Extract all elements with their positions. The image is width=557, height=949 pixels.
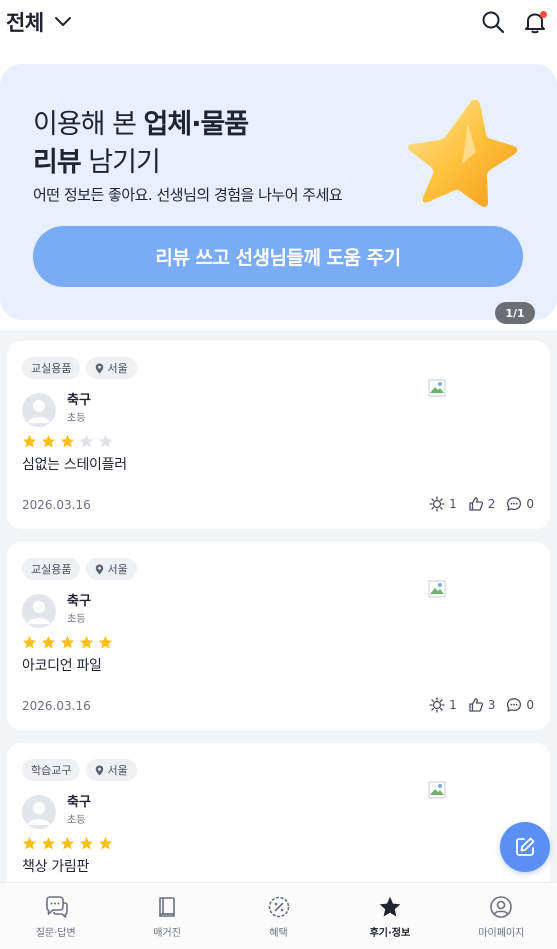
star-illustration-icon — [407, 99, 518, 207]
author-info: 축구 초등 — [22, 594, 91, 628]
author-level: 초등 — [67, 815, 86, 826]
product-name: 아코디언 파일 — [22, 658, 102, 674]
review-date: 2026.03.16 — [22, 498, 91, 512]
broken-image-icon — [428, 580, 446, 598]
star-filled-icon — [22, 836, 37, 850]
user-circle-icon — [490, 896, 513, 918]
category-dropdown[interactable]: 전체 — [6, 7, 72, 37]
star-rating — [22, 836, 113, 851]
nav-item-benefits[interactable]: 혜택 — [223, 883, 334, 949]
chevron-down-icon — [54, 17, 71, 26]
write-review-fab[interactable] — [500, 822, 550, 872]
nav-label: 매거진 — [153, 928, 181, 939]
category-tag: 교실용품 — [22, 357, 81, 379]
banner-title-line2: 리뷰 남기기 — [33, 147, 161, 178]
nav-label: 질문·답변 — [35, 928, 76, 939]
nav-item-reviews[interactable]: 후기·정보 — [334, 883, 445, 949]
notification-button[interactable] — [521, 8, 549, 36]
book-icon — [159, 897, 175, 917]
star-icon — [379, 896, 401, 917]
review-date: 2026.03.16 — [22, 699, 91, 713]
star-filled-icon — [41, 434, 56, 448]
star-empty-icon — [98, 434, 113, 448]
star-filled-icon — [98, 635, 113, 649]
star-filled-icon — [41, 836, 56, 850]
comment-count[interactable]: 0 — [506, 496, 534, 512]
banner-section: 이용해 본 업체·물품 리뷰 남기기 어떤 정보든 좋아요. 선생님의 경험을 … — [0, 44, 557, 330]
location-pin-icon — [96, 765, 104, 775]
star-filled-icon — [79, 836, 94, 850]
write-review-button[interactable]: 리뷰 쓰고 선생님들께 도움 주기 — [33, 226, 523, 287]
star-filled-icon — [98, 836, 113, 850]
idea-count[interactable]: 1 — [429, 697, 457, 713]
star-empty-icon — [79, 434, 94, 448]
avatar — [22, 594, 56, 628]
star-filled-icon — [79, 635, 94, 649]
page-title: 전체 — [6, 11, 44, 35]
banner-subtitle: 어떤 정보든 좋아요. 선생님의 경험을 나누어 주세요 — [33, 186, 343, 204]
idea-count[interactable]: 1 — [429, 496, 457, 512]
nav-label: 혜택 — [269, 928, 288, 939]
comment-count[interactable]: 0 — [506, 697, 534, 713]
discount-badge-icon — [268, 896, 289, 918]
lightbulb-icon — [429, 496, 445, 512]
chat-bubble-icon — [45, 896, 68, 918]
star-rating — [22, 434, 113, 449]
like-count[interactable]: 3 — [468, 697, 495, 713]
author-info: 축구 초등 — [22, 393, 91, 427]
like-count[interactable]: 2 — [468, 496, 495, 512]
nav-item-mypage[interactable]: 마이페이지 — [446, 883, 557, 949]
nav-item-magazine[interactable]: 매거진 — [111, 883, 222, 949]
star-filled-icon — [60, 434, 75, 448]
category-tag: 학습교구 — [22, 759, 81, 781]
edit-icon — [516, 837, 535, 856]
location-pin-icon — [96, 564, 104, 574]
lightbulb-icon — [429, 697, 445, 713]
thumbs-up-icon — [469, 497, 483, 511]
author-name: 축구 — [67, 594, 91, 609]
broken-image-icon — [428, 379, 446, 397]
author-info: 축구 초등 — [22, 795, 91, 829]
author-level: 초등 — [67, 614, 86, 625]
search-button[interactable] — [479, 8, 507, 36]
star-rating — [22, 635, 113, 650]
region-tag: 서울 — [86, 357, 137, 379]
star-filled-icon — [22, 635, 37, 649]
search-icon — [482, 11, 505, 34]
star-filled-icon — [60, 836, 75, 850]
top-header: 전체 — [0, 0, 557, 44]
category-tag: 교실용품 — [22, 558, 81, 580]
avatar — [22, 795, 56, 829]
star-filled-icon — [22, 434, 37, 448]
review-card[interactable]: 교실용품 서울 축구 초등 심없는 스테이플러 2026.03.16 1 2 0 — [7, 341, 550, 529]
banner-page-indicator: 1/1 — [495, 302, 535, 324]
comment-icon — [507, 497, 522, 511]
location-pin-icon — [96, 363, 104, 373]
author-level: 초등 — [67, 413, 86, 424]
author-name: 축구 — [67, 393, 91, 408]
star-filled-icon — [60, 635, 75, 649]
review-card[interactable]: 교실용품 서울 축구 초등 아코디언 파일 2026.03.16 1 3 0 — [7, 542, 550, 730]
banner-title-line1: 이용해 본 업체·물품 — [33, 109, 249, 140]
avatar — [22, 393, 56, 427]
notification-dot — [540, 11, 547, 18]
thumbs-up-icon — [469, 698, 483, 712]
nav-label: 후기·정보 — [369, 928, 411, 939]
review-banner[interactable]: 이용해 본 업체·물품 리뷰 남기기 어떤 정보든 좋아요. 선생님의 경험을 … — [0, 64, 557, 324]
product-name: 책상 가림판 — [22, 859, 90, 875]
region-tag: 서울 — [86, 558, 137, 580]
broken-image-icon — [428, 781, 446, 799]
region-tag: 서울 — [86, 759, 137, 781]
comment-icon — [507, 698, 522, 712]
author-name: 축구 — [67, 795, 91, 810]
nav-item-qna[interactable]: 질문·답변 — [0, 883, 111, 949]
star-filled-icon — [41, 635, 56, 649]
bottom-navigation: 질문·답변 매거진 혜택 후기·정보 마이페이지 — [0, 882, 557, 949]
nav-label: 마이페이지 — [478, 928, 525, 939]
product-name: 심없는 스테이플러 — [22, 457, 127, 473]
